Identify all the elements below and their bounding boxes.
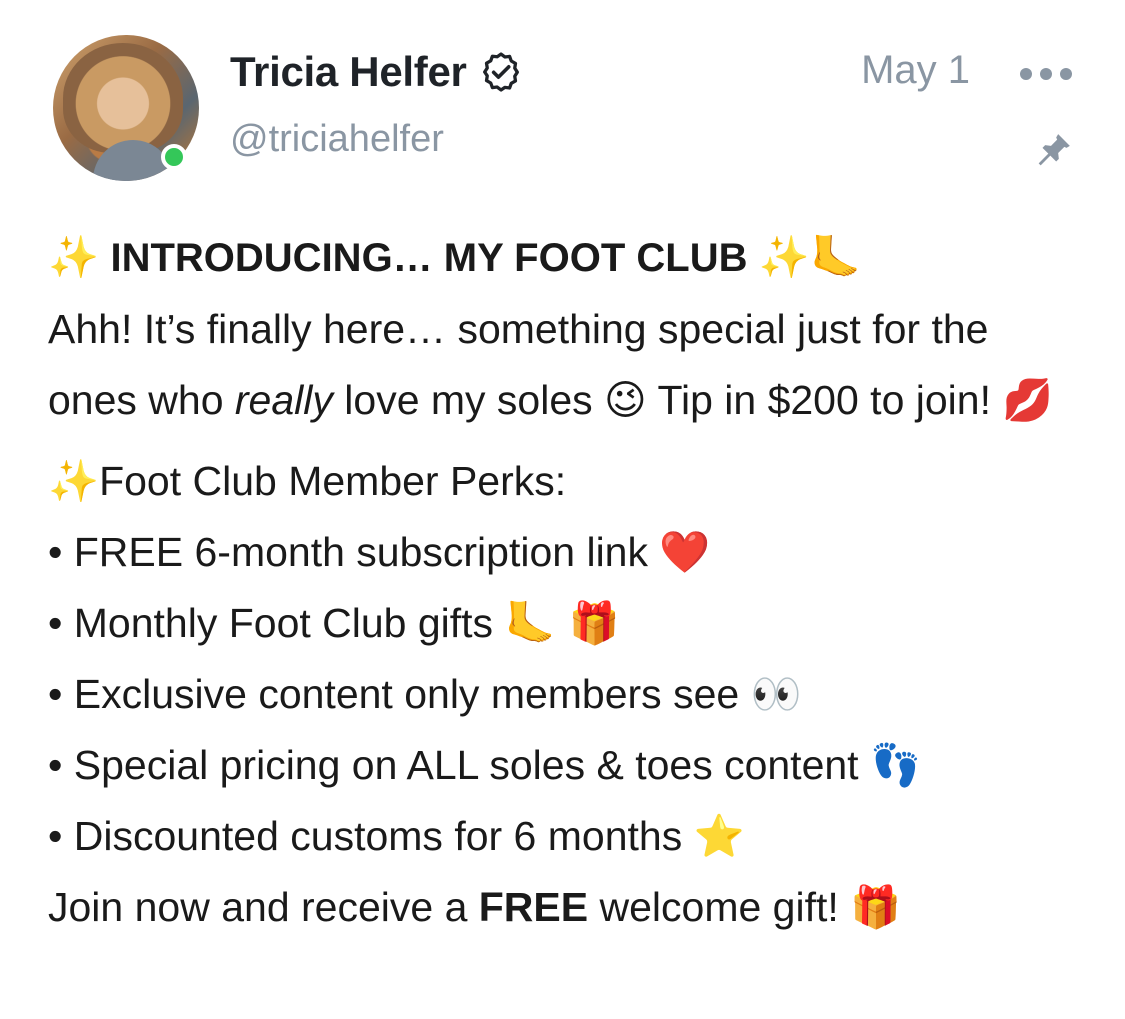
intro-emphasis: really (234, 377, 333, 423)
perk-list-item: • Monthly Foot Club gifts 🦶 🎁 (48, 588, 1088, 659)
post-header: Tricia Helfer @triciahelfer May 1 (0, 0, 1125, 200)
closing-text: welcome gift! (588, 884, 851, 930)
perk-text: Discounted customs for 6 months (73, 813, 694, 859)
bullet: • (48, 529, 63, 575)
eyes-icon: 👀 (750, 670, 802, 718)
post-date: May 1 (861, 48, 970, 92)
sparkles-icon: ✨ (758, 233, 810, 281)
perk-list-item: • FREE 6-month subscription link ❤️ (48, 517, 1088, 588)
verified-badge-icon (482, 52, 519, 92)
more-dot (1060, 68, 1072, 80)
sparkles-icon: ✨ (48, 457, 100, 505)
intro-text: Tip in $200 to join! (646, 377, 1003, 423)
intro-paragraph: Ahh! It’s finally here… something specia… (48, 294, 1088, 436)
wink-icon: 😉 (604, 376, 647, 424)
sparkles-icon: ✨ (48, 233, 100, 281)
bullet: • (48, 813, 63, 859)
footprints-icon: 👣 (869, 741, 922, 789)
closing-text: Join now and receive a (48, 884, 479, 930)
heart-icon: ❤️ (659, 528, 711, 576)
perk-text: Monthly Foot Club gifts (73, 600, 505, 646)
bullet: • (48, 671, 63, 717)
author-name-row: Tricia Helfer (230, 44, 523, 100)
foot-icon: 🦶 (809, 233, 862, 281)
headline-text: INTRODUCING… MY FOOT CLUB (110, 236, 748, 280)
perk-list-item: • Special pricing on ALL soles & toes co… (48, 730, 1088, 801)
more-dot (1020, 68, 1032, 80)
kiss-icon: 💋 (1002, 376, 1054, 424)
bullet: • (48, 742, 63, 788)
bullet: • (48, 600, 63, 646)
foot-gift-icon: 🦶 🎁 (504, 599, 620, 647)
perks-heading: ✨Foot Club Member Perks: (48, 446, 1088, 517)
perks-heading-text: Foot Club Member Perks: (99, 458, 567, 504)
star-icon: ⭐ (693, 812, 745, 860)
closing-paragraph: Join now and receive a FREE welcome gift… (48, 872, 1088, 943)
pin-icon[interactable] (1034, 130, 1074, 170)
author-name[interactable]: Tricia Helfer (230, 48, 467, 96)
author-handle[interactable]: @triciahelfer (230, 118, 444, 161)
perk-text: FREE 6-month subscription link (73, 529, 660, 575)
post-body: ✨ INTRODUCING… MY FOOT CLUB ✨🦶 Ahh! It’s… (48, 222, 1088, 943)
perk-text: Special pricing on ALL soles & toes cont… (73, 742, 870, 788)
perk-list-item: • Exclusive content only members see 👀 (48, 659, 1088, 730)
perk-text: Exclusive content only members see (73, 671, 751, 717)
avatar-photo (63, 43, 183, 153)
perk-list-item: • Discounted customs for 6 months ⭐ (48, 801, 1088, 872)
more-dot (1040, 68, 1052, 80)
intro-text: love my soles (332, 377, 605, 423)
gift-icon: 🎁 (850, 883, 902, 931)
more-options-icon[interactable] (1020, 62, 1076, 86)
online-status-dot (161, 144, 187, 170)
closing-bold: FREE (478, 884, 589, 930)
post-headline: ✨ INTRODUCING… MY FOOT CLUB ✨🦶 (48, 222, 1088, 294)
